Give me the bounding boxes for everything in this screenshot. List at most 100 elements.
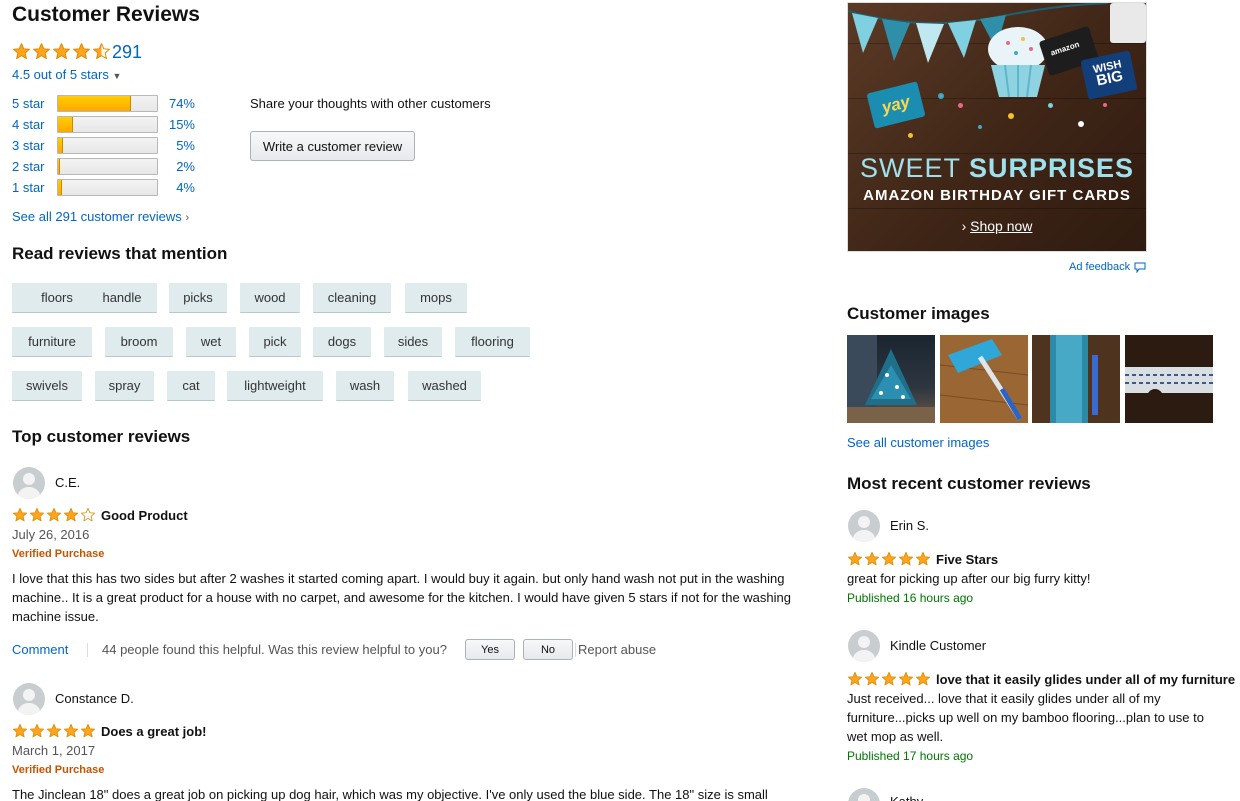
review-title[interactable]: Does a great job! bbox=[101, 724, 206, 739]
see-all-reviews-label: See all 291 customer reviews bbox=[12, 209, 182, 224]
histogram-row[interactable]: 3 star 5% bbox=[12, 136, 195, 154]
gift-card-yay: yay bbox=[866, 81, 926, 129]
histogram-row[interactable]: 4 star 15% bbox=[12, 115, 195, 133]
histogram-bar[interactable] bbox=[57, 178, 158, 196]
histogram-label[interactable]: 4 star bbox=[12, 117, 57, 132]
histogram-bar[interactable] bbox=[57, 94, 158, 112]
ad-subline: AMAZON BIRTHDAY GIFT CARDS bbox=[863, 187, 1131, 204]
histogram-row[interactable]: 5 star 74% bbox=[12, 94, 195, 112]
customer-reviews-title: Customer Reviews bbox=[12, 3, 200, 26]
review-stars[interactable] bbox=[12, 723, 97, 739]
mention-tag[interactable]: swivels bbox=[12, 371, 82, 401]
helpful-no-button[interactable]: No bbox=[523, 639, 573, 660]
reviewer-name[interactable]: Constance D. bbox=[55, 691, 134, 706]
helpful-yes-button[interactable]: Yes bbox=[465, 639, 515, 660]
review-date: March 1, 2017 bbox=[12, 743, 96, 758]
star-full-icon bbox=[12, 507, 28, 523]
avatar[interactable] bbox=[13, 467, 45, 499]
share-prompt: Share your thoughts with other customers bbox=[250, 96, 491, 111]
avatar[interactable] bbox=[13, 683, 45, 715]
mention-tag[interactable]: lightweight bbox=[227, 371, 323, 401]
histogram-percent[interactable]: 5% bbox=[165, 138, 195, 153]
published-time: Published 16 hours ago bbox=[847, 591, 974, 605]
histogram-row[interactable]: 2 star 2% bbox=[12, 157, 195, 175]
star-full-icon bbox=[63, 507, 79, 523]
mention-tag[interactable]: furniture bbox=[12, 327, 92, 357]
reviewer-name[interactable]: Kathy bbox=[890, 794, 923, 801]
star-full-icon bbox=[898, 551, 914, 567]
review-title[interactable]: Good Product bbox=[101, 508, 188, 523]
mention-tag[interactable]: sides bbox=[384, 327, 442, 357]
avatar[interactable] bbox=[848, 510, 880, 542]
histogram-percent[interactable]: 74% bbox=[165, 96, 195, 111]
comment-link[interactable]: Comment bbox=[12, 642, 68, 657]
histogram-percent[interactable]: 15% bbox=[165, 117, 195, 132]
mention-tag[interactable]: pick bbox=[249, 327, 301, 357]
divider bbox=[575, 643, 576, 657]
rating-text: 4.5 out of 5 stars bbox=[12, 67, 109, 82]
customer-image-thumb[interactable] bbox=[1032, 335, 1120, 423]
histogram-row[interactable]: 1 star 4% bbox=[12, 178, 195, 196]
star-half-icon bbox=[92, 42, 111, 61]
histogram-percent[interactable]: 2% bbox=[165, 159, 195, 174]
shop-now-link[interactable]: › Shop now bbox=[848, 218, 1146, 234]
customer-images-heading: Customer images bbox=[847, 304, 990, 323]
ad-feedback-label: Ad feedback bbox=[1069, 261, 1131, 273]
rating-count-link[interactable]: 291 bbox=[112, 42, 142, 63]
write-review-button[interactable]: Write a customer review bbox=[250, 131, 415, 161]
customer-image-thumb[interactable] bbox=[940, 335, 1028, 423]
histogram-label[interactable]: 2 star bbox=[12, 159, 57, 174]
mention-tag[interactable]: cat bbox=[167, 371, 215, 401]
reviewer-name[interactable]: Erin S. bbox=[890, 518, 929, 533]
reviewer-name[interactable]: C.E. bbox=[55, 475, 80, 490]
mention-tag[interactable]: flooring bbox=[455, 327, 530, 357]
average-rating-stars[interactable] bbox=[12, 42, 112, 61]
gift-card-wish-big: WISH BIG bbox=[1080, 50, 1138, 100]
mention-tag[interactable]: mops bbox=[405, 283, 467, 313]
mention-tag[interactable]: picks bbox=[169, 283, 227, 313]
mop-pad-closeup-photo bbox=[1032, 335, 1120, 423]
mentions-heading: Read reviews that mention bbox=[12, 244, 228, 263]
see-all-customer-images-link[interactable]: See all customer images bbox=[847, 435, 989, 450]
review-stars[interactable] bbox=[12, 507, 97, 523]
mention-tag[interactable]: spray bbox=[95, 371, 154, 401]
reviewer-name[interactable]: Kindle Customer bbox=[890, 638, 986, 653]
avatar[interactable] bbox=[848, 630, 880, 662]
ad-headline-bold: SURPRISES bbox=[968, 153, 1135, 183]
histogram-percent[interactable]: 4% bbox=[165, 180, 195, 195]
histogram-label[interactable]: 1 star bbox=[12, 180, 57, 195]
card-yay-label: yay bbox=[879, 91, 912, 118]
review-stars[interactable] bbox=[847, 671, 932, 687]
avatar[interactable] bbox=[848, 788, 880, 801]
customer-image-thumb[interactable] bbox=[847, 335, 935, 423]
birthday-gift-card-ad[interactable]: amazon WISH BIG yay SWEET SURPRISES AMAZ… bbox=[847, 2, 1147, 252]
rating-text-dropdown[interactable]: 4.5 out of 5 stars ▼ bbox=[12, 67, 121, 82]
mention-tag[interactable]: handle bbox=[87, 283, 157, 313]
mention-tag[interactable]: wood bbox=[240, 283, 300, 313]
review-title[interactable]: Five Stars bbox=[936, 552, 998, 567]
mention-tag[interactable]: washed bbox=[408, 371, 481, 401]
histogram-label[interactable]: 3 star bbox=[12, 138, 57, 153]
star-full-icon bbox=[32, 42, 51, 61]
customer-image-thumb[interactable] bbox=[1125, 335, 1213, 423]
verified-purchase-badge[interactable]: Verified Purchase bbox=[12, 764, 104, 776]
mention-tag[interactable]: broom bbox=[105, 327, 173, 357]
report-abuse-link[interactable]: Report abuse bbox=[578, 642, 656, 657]
top-reviews-heading: Top customer reviews bbox=[12, 427, 191, 446]
histogram-bar[interactable] bbox=[57, 136, 158, 154]
mention-tag[interactable]: dogs bbox=[313, 327, 371, 357]
mention-tag[interactable]: wash bbox=[336, 371, 394, 401]
review-stars[interactable] bbox=[847, 551, 932, 567]
mention-tag[interactable]: wet bbox=[186, 327, 236, 357]
star-full-icon bbox=[46, 723, 62, 739]
histogram-bar[interactable] bbox=[57, 115, 158, 133]
verified-purchase-badge[interactable]: Verified Purchase bbox=[12, 548, 104, 560]
mention-tag[interactable]: cleaning bbox=[313, 283, 391, 313]
review-title[interactable]: love that it easily glides under all of … bbox=[936, 672, 1235, 687]
review-body: great for picking up after our big furry… bbox=[847, 571, 1091, 586]
histogram-label[interactable]: 5 star bbox=[12, 96, 57, 111]
see-all-reviews-link[interactable]: See all 291 customer reviews › bbox=[12, 209, 189, 224]
ad-feedback-link[interactable]: Ad feedback bbox=[1069, 261, 1146, 273]
recent-reviews-heading: Most recent customer reviews bbox=[847, 474, 1091, 493]
histogram-bar[interactable] bbox=[57, 157, 158, 175]
